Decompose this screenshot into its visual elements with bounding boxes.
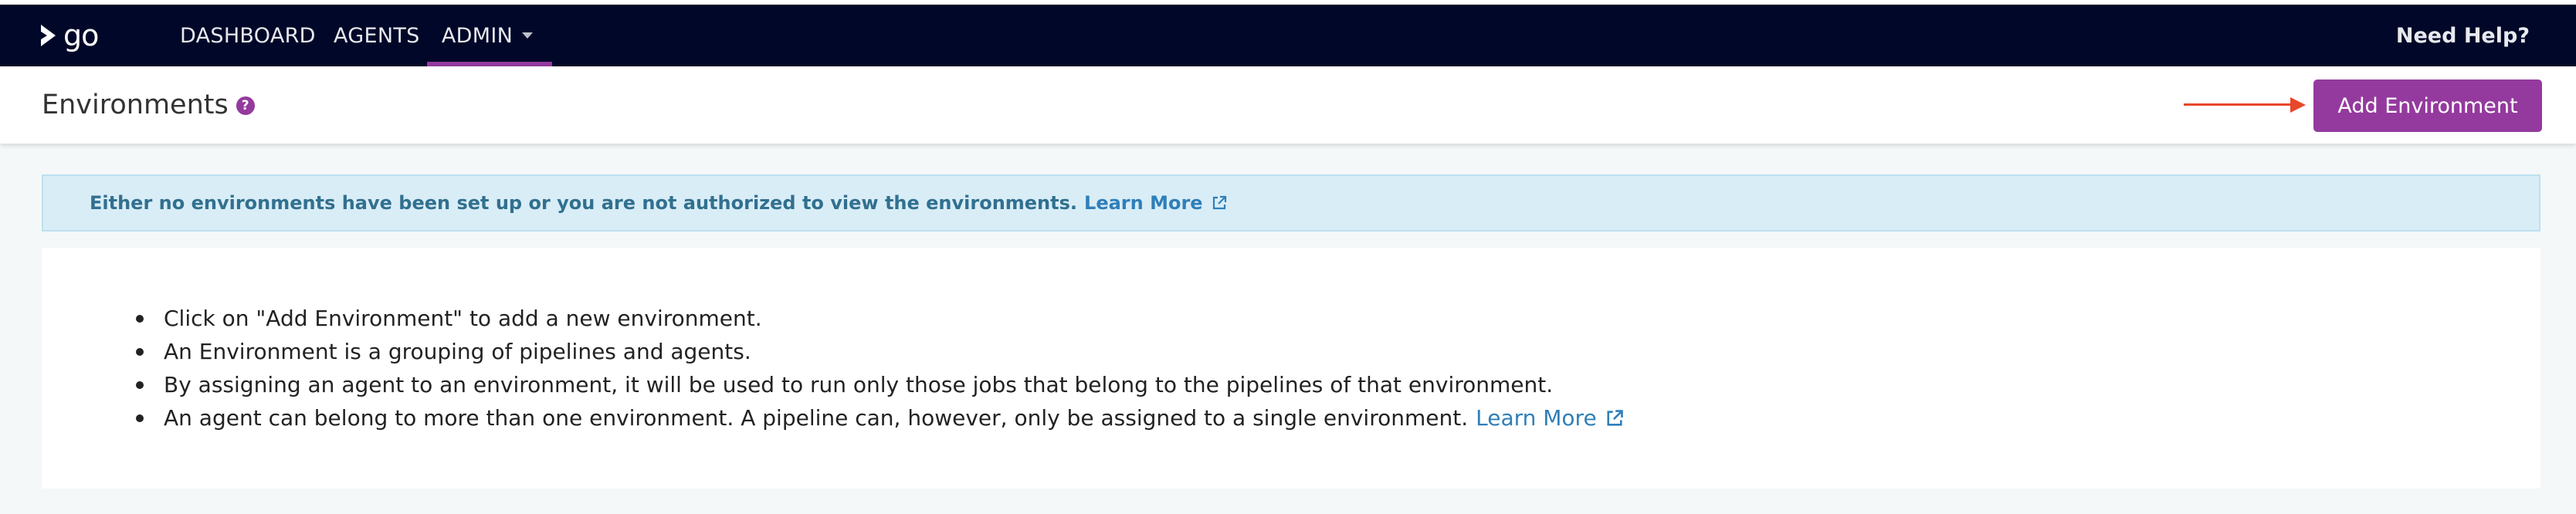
learn-more-link[interactable]: Learn More	[1476, 401, 1625, 435]
nav-agents[interactable]: AGENTS	[334, 5, 420, 66]
learn-more-label: Learn More	[1476, 405, 1597, 431]
list-item-text: An agent can belong to more than one env…	[164, 405, 1469, 431]
logo-text: go	[63, 19, 99, 52]
annotation-arrow-head	[2290, 97, 2306, 113]
page-title: Environments ?	[42, 66, 255, 144]
question-circle-icon[interactable]: ?	[236, 96, 255, 115]
external-link-icon	[1212, 195, 1226, 210]
gocd-logo[interactable]: go	[39, 19, 110, 52]
alert-learn-more-label: Learn More	[1084, 192, 1203, 214]
list-item: An Environment is a grouping of pipeline…	[134, 335, 1625, 368]
nav-admin-label: ADMIN	[441, 23, 514, 48]
page-title-text: Environments	[42, 90, 229, 120]
need-help-link[interactable]: Need Help?	[2396, 5, 2530, 66]
nav-dashboard[interactable]: DASHBOARD	[180, 5, 316, 66]
list-item: Click on "Add Environment" to add a new …	[134, 302, 1625, 335]
environments-empty-panel: Click on "Add Environment" to add a new …	[42, 248, 2540, 489]
alert-message: Either no environments have been set up …	[90, 192, 1078, 214]
nav-admin[interactable]: ADMIN	[427, 5, 552, 66]
external-link-icon	[1607, 409, 1623, 426]
caret-down-icon	[522, 32, 534, 39]
info-list: Click on "Add Environment" to add a new …	[134, 302, 1625, 435]
annotation-arrow-line	[2184, 103, 2295, 106]
add-environment-button[interactable]: Add Environment	[2313, 79, 2542, 132]
alert-learn-more-link[interactable]: Learn More	[1084, 192, 1228, 214]
list-item: An agent can belong to more than one env…	[134, 401, 1625, 435]
top-navbar: go DASHBOARD AGENTS ADMIN Need Help?	[0, 5, 2576, 66]
info-alert: Either no environments have been set up …	[42, 174, 2540, 232]
list-item: By assigning an agent to an environment,…	[134, 368, 1625, 401]
gocd-logo-icon	[41, 25, 56, 46]
